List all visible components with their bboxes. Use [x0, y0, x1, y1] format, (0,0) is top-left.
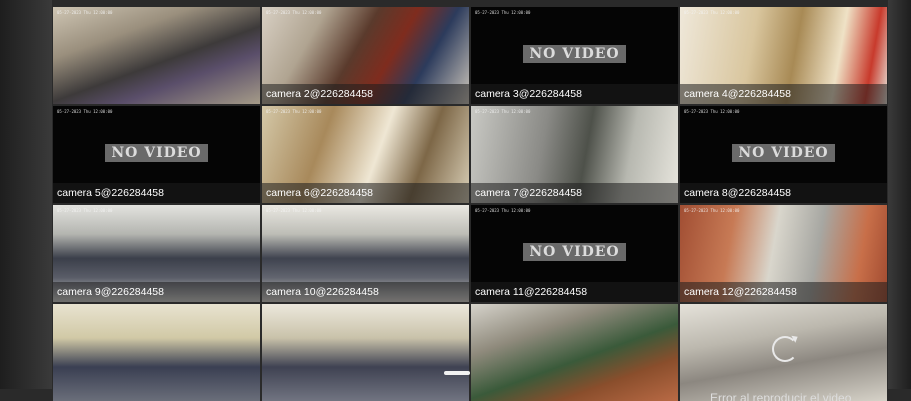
left-bezel — [0, 0, 52, 389]
camera-tile[interactable]: 05-27-2023 Thu 12:00:00 camera 12@2262844… — [680, 205, 887, 302]
osd-timestamp: 05-27-2023 Thu 12:00:00 — [57, 208, 113, 213]
camera-label: camera 5@226284458 — [57, 187, 164, 199]
camera-tile[interactable]: 05-27-2023 Thu 12:00:00 camera 7@22628445… — [471, 106, 678, 203]
camera-label: camera 8@226284458 — [684, 187, 791, 199]
camera-tile[interactable]: 05-27-2023 Thu 12:00:00 NO VIDEO camera 11… — [471, 205, 678, 302]
camera-tile[interactable]: 05-27-2023 Thu 12:00:00 camera 6@22628445… — [262, 106, 469, 203]
camera-tile[interactable]: Error al reproducir el video — [680, 304, 887, 401]
camera-label: camera 3@226284458 — [475, 88, 582, 100]
osd-timestamp: 05-27-2023 Thu 12:00:00 — [57, 109, 113, 114]
osd-timestamp: 05-27-2023 Thu 12:00:00 — [684, 208, 740, 213]
camera-feed-image — [471, 304, 678, 401]
osd-timestamp: 05-27-2023 Thu 12:00:00 — [266, 208, 322, 213]
camera-tile[interactable]: 05-27-2023 Thu 12:00:00 camera 9@22628445… — [53, 205, 260, 302]
camera-label: camera 11@226284458 — [475, 286, 588, 298]
camera-tile[interactable] — [262, 304, 469, 401]
no-video-label: NO VIDEO — [732, 143, 835, 162]
camera-label: camera 2@226284458 — [266, 88, 373, 100]
camera-tile[interactable]: 05-27-2023 Thu 12:00:00 camera 4@22628445… — [680, 7, 887, 104]
home-indicator[interactable] — [444, 371, 470, 375]
camera-tile[interactable]: 05-27-2023 Thu 12:00:00 camera 10@2262844… — [262, 205, 469, 302]
camera-tile[interactable] — [471, 304, 678, 401]
osd-timestamp: 05-27-2023 Thu 12:00:00 — [684, 109, 740, 114]
playback-error-message: Error al reproducir el video — [710, 391, 852, 401]
camera-label: camera 9@226284458 — [57, 286, 164, 298]
camera-grid: 05-27-2023 Thu 12:00:00 05-27-2023 Thu 12… — [53, 7, 888, 401]
right-bezel — [888, 0, 911, 389]
camera-tile[interactable] — [53, 304, 260, 401]
osd-timestamp: 05-27-2023 Thu 12:00:00 — [266, 10, 322, 15]
camera-label: camera 10@226284458 — [266, 286, 379, 298]
camera-tile[interactable]: 05-27-2023 Thu 12:00:00 NO VIDEO camera 8@… — [680, 106, 887, 203]
osd-timestamp: 05-27-2023 Thu 12:00:00 — [475, 208, 531, 213]
camera-feed-image — [53, 304, 260, 401]
camera-tile[interactable]: 05-27-2023 Thu 12:00:00 NO VIDEO camera 5@… — [53, 106, 260, 203]
osd-timestamp: 05-27-2023 Thu 12:00:00 — [57, 10, 113, 15]
camera-label: camera 4@226284458 — [684, 88, 791, 100]
camera-feed-image — [53, 7, 260, 104]
osd-timestamp: 05-27-2023 Thu 12:00:00 — [475, 109, 531, 114]
camera-feed-image — [262, 304, 469, 401]
osd-timestamp: 05-27-2023 Thu 12:00:00 — [475, 10, 531, 15]
no-video-label: NO VIDEO — [523, 44, 626, 63]
camera-tile[interactable]: 05-27-2023 Thu 12:00:00 NO VIDEO camera 3@… — [471, 7, 678, 104]
camera-label: camera 6@226284458 — [266, 187, 373, 199]
camera-label: camera 12@226284458 — [684, 286, 797, 298]
no-video-label: NO VIDEO — [523, 242, 626, 261]
osd-timestamp: 05-27-2023 Thu 12:00:00 — [684, 10, 740, 15]
camera-tile[interactable]: 05-27-2023 Thu 12:00:00 camera 2@22628445… — [262, 7, 469, 104]
reload-icon[interactable] — [772, 336, 798, 362]
osd-timestamp: 05-27-2023 Thu 12:00:00 — [266, 109, 322, 114]
camera-tile[interactable]: 05-27-2023 Thu 12:00:00 — [53, 7, 260, 104]
no-video-label: NO VIDEO — [105, 143, 208, 162]
camera-label: camera 7@226284458 — [475, 187, 582, 199]
